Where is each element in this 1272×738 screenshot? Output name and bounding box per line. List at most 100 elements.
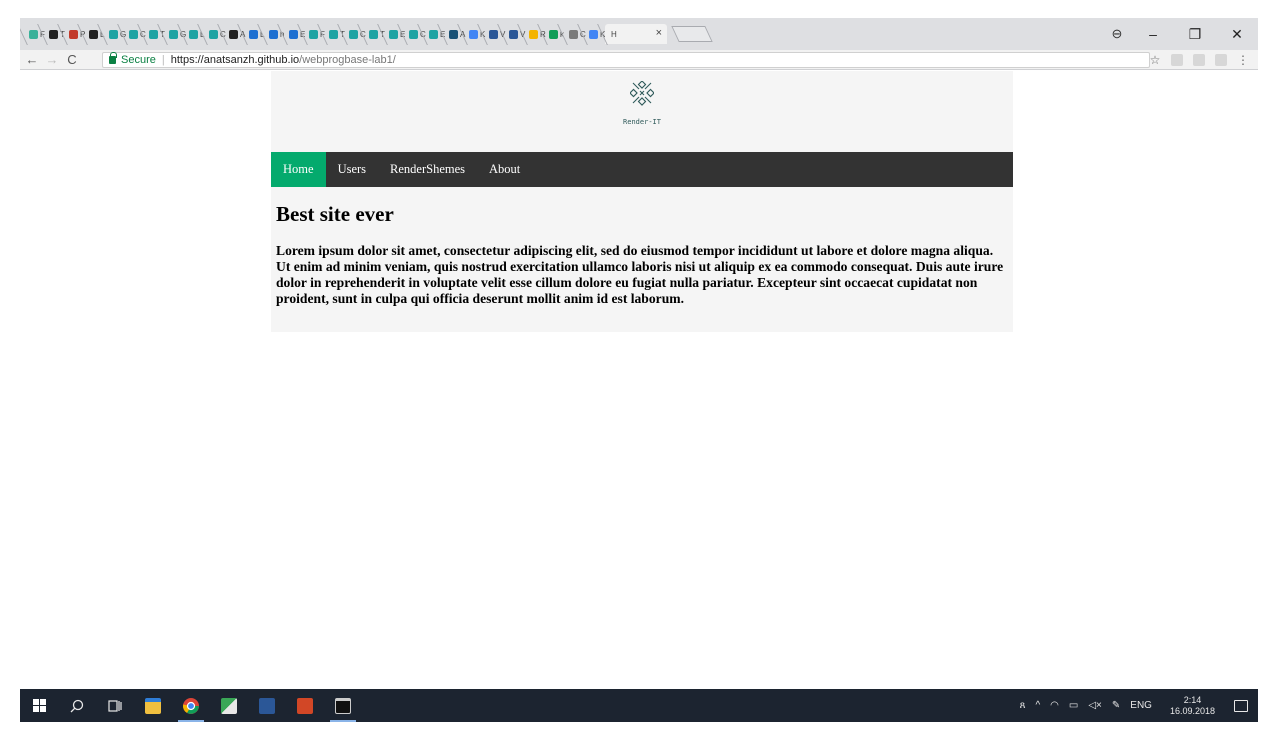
word-icon <box>259 697 275 714</box>
tab-favicon-icon <box>529 29 538 39</box>
word-button[interactable] <box>248 689 286 722</box>
url-path: /webprogbase-lab1/ <box>299 54 396 66</box>
search-icon <box>70 699 84 712</box>
file-explorer-button[interactable] <box>134 689 172 722</box>
task-view-icon <box>108 699 122 712</box>
tab-favicon-icon <box>509 29 518 39</box>
tab-close-icon[interactable]: × <box>656 27 662 39</box>
maps-app-button[interactable] <box>210 689 248 722</box>
toolbar-icons: ☆ ⋮ <box>1144 52 1254 68</box>
tab-favicon-icon <box>229 29 238 39</box>
extension-icon[interactable] <box>1171 54 1183 66</box>
start-button[interactable] <box>20 689 58 722</box>
clock-time: 2:14 <box>1183 694 1202 705</box>
tab-list: FTPLGCTGLCALhEFTCTECEAKVVRkCK H × <box>24 24 713 44</box>
site-logo[interactable]: Render-IT <box>271 71 1013 152</box>
taskbar-apps <box>20 689 362 722</box>
tab-favicon-icon <box>29 29 38 39</box>
page-viewport: Render-IT Home Users RenderShemes About … <box>20 71 1258 689</box>
tab-favicon-icon <box>309 29 318 39</box>
nav-home[interactable]: Home <box>271 152 326 187</box>
tab-favicon-icon <box>49 29 58 39</box>
windows-logo-icon <box>32 699 46 712</box>
address-bar[interactable]: Secure | https://anatsanzh.github.io/web… <box>102 52 1150 68</box>
pen-icon[interactable]: ✎ <box>1112 700 1120 711</box>
minimize-button[interactable]: – <box>1132 26 1174 42</box>
nav-users[interactable]: Users <box>326 152 378 187</box>
chrome-button[interactable] <box>172 689 210 722</box>
tab-favicon-icon <box>249 29 258 39</box>
browser-tab-strip: FTPLGCTGLCALhEFTCTECEAKVVRkCK H × ⊖ – ❐ … <box>20 18 1258 50</box>
back-button[interactable]: ← <box>24 52 40 67</box>
desktop-screen: FTPLGCTGLCALhEFTCTECEAKVVRkCK H × ⊖ – ❐ … <box>20 18 1258 722</box>
folder-icon <box>145 697 161 714</box>
forward-button[interactable]: → <box>44 52 60 67</box>
lock-icon <box>109 52 117 64</box>
address-separator: | <box>161 54 165 66</box>
tab-favicon-icon <box>349 29 358 39</box>
clock-date: 16.09.2018 <box>1169 705 1215 716</box>
close-window-button[interactable]: ✕ <box>1216 26 1258 43</box>
battery-icon[interactable]: ▭ <box>1069 700 1078 711</box>
tab-favicon-icon <box>169 29 178 39</box>
nav-about[interactable]: About <box>477 152 532 187</box>
render-it-logo-icon <box>630 81 654 106</box>
browser-toolbar: ← → C Secure | https://anatsanzh.github.… <box>20 50 1258 70</box>
tab-favicon-icon <box>389 29 398 39</box>
task-view-button[interactable] <box>96 689 134 722</box>
search-button[interactable] <box>58 689 96 722</box>
tab-favicon-icon <box>89 29 98 39</box>
tab-favicon-icon <box>369 29 378 39</box>
terminal-icon <box>335 697 351 714</box>
profile-icon[interactable]: ⊖ <box>1102 26 1132 42</box>
tab-title: H <box>611 29 617 39</box>
wifi-icon[interactable]: ◠ <box>1050 700 1059 711</box>
logo-text: Render-IT <box>623 118 661 126</box>
site-nav: Home Users RenderShemes About <box>271 152 1013 187</box>
tab-favicon-icon <box>149 29 158 39</box>
tab-favicon-icon <box>449 29 458 39</box>
new-tab-button[interactable] <box>671 26 713 42</box>
tab-favicon-icon <box>109 29 118 39</box>
tab-favicon-icon <box>329 29 338 39</box>
language-indicator[interactable]: ENG <box>1130 700 1152 711</box>
terminal-button[interactable] <box>324 689 362 722</box>
tab-active[interactable]: H × <box>605 24 667 44</box>
tab-favicon-icon <box>469 29 478 39</box>
clock[interactable]: 2:14 16.09.2018 <box>1165 695 1220 717</box>
tab-favicon-icon <box>189 29 198 39</box>
reload-button[interactable]: C <box>64 52 80 67</box>
screenshot-frame: FTPLGCTGLCALhEFTCTECEAKVVRkCK H × ⊖ – ❐ … <box>0 0 1272 738</box>
nav-rendershemes[interactable]: RenderShemes <box>378 152 477 187</box>
site-container: Render-IT Home Users RenderShemes About … <box>271 71 1013 332</box>
lorem-paragraph: Lorem ipsum dolor sit amet, consectetur … <box>276 243 1004 306</box>
bookmark-star-icon[interactable]: ☆ <box>1144 53 1166 67</box>
notifications-icon[interactable] <box>1234 699 1248 712</box>
powerpoint-icon <box>297 697 313 714</box>
extension-icon[interactable] <box>1215 54 1227 66</box>
chevron-up-icon[interactable]: ^ <box>1035 700 1040 711</box>
tab-favicon-icon <box>69 29 78 39</box>
tab-favicon-icon <box>489 29 498 39</box>
tab-favicon-icon <box>589 29 598 39</box>
volume-icon[interactable]: ◁× <box>1088 700 1102 711</box>
page-heading: Best site ever <box>276 202 394 226</box>
tab-favicon-icon <box>569 29 578 39</box>
tab-favicon-icon <box>129 29 138 39</box>
browser-menu-icon[interactable]: ⋮ <box>1232 53 1254 67</box>
chrome-icon <box>182 697 199 714</box>
tab-favicon-icon <box>269 29 278 39</box>
maps-icon <box>221 697 237 714</box>
people-icon[interactable]: ጸ <box>1020 700 1026 711</box>
url-host: https://anatsanzh.github.io <box>170 54 300 66</box>
secure-label: Secure <box>121 54 156 66</box>
powerpoint-button[interactable] <box>286 689 324 722</box>
tab-favicon-icon <box>429 29 438 39</box>
tab-favicon-icon <box>549 29 558 39</box>
restore-button[interactable]: ❐ <box>1174 26 1216 43</box>
extension-icon[interactable] <box>1193 54 1205 66</box>
tab-favicon-icon <box>209 29 218 39</box>
windows-taskbar: ጸ ^ ◠ ▭ ◁× ✎ ENG 2:14 16.09.2018 <box>20 689 1258 722</box>
main-content: Best site ever Lorem ipsum dolor sit ame… <box>276 202 1006 307</box>
tab-favicon-icon <box>289 29 298 39</box>
